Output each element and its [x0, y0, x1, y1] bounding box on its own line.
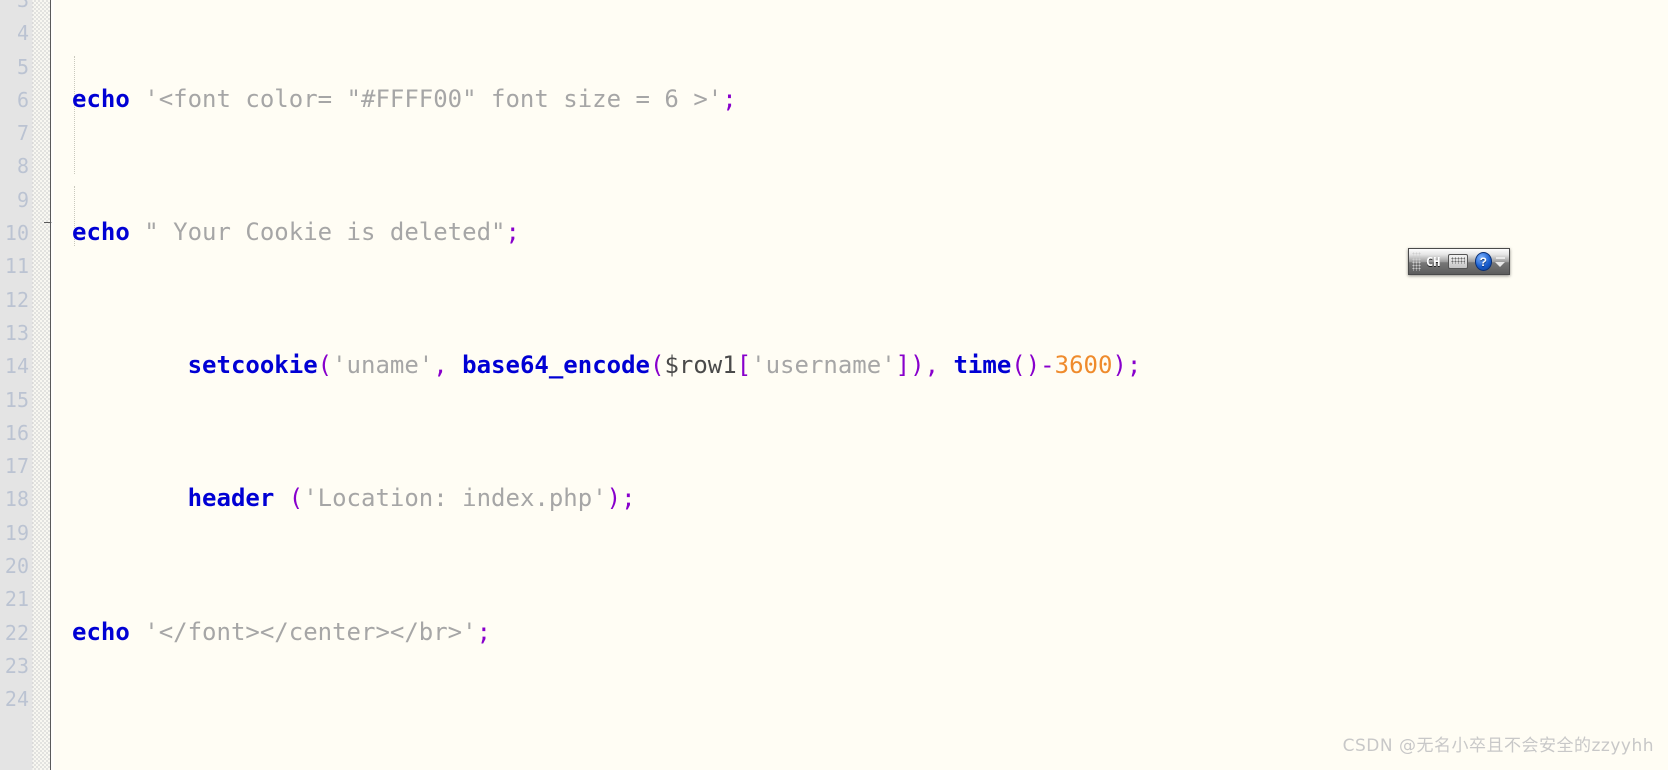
ime-language-bar[interactable]: CH ? [1408, 248, 1510, 275]
line-number-gutter: 3 4 5 6 7 8 9 10 11 12 13 14 15 16 17 18… [0, 0, 33, 770]
chevron-down-icon[interactable] [1495, 261, 1505, 267]
code-line-setcookie[interactable]: setcookie('uname', base64_encode($row1['… [54, 349, 1668, 382]
code-line-echo-cookie-deleted[interactable]: echo " Your Cookie is deleted"; [54, 216, 1668, 249]
ime-window-controls[interactable] [1495, 252, 1505, 272]
ime-language-label[interactable]: CH [1426, 256, 1440, 268]
csdn-watermark: CSDN @无名小卒且不会安全的zzyyhh [1342, 736, 1654, 756]
line-numbers: 3 4 5 6 7 8 9 10 11 12 13 14 15 16 17 18… [4, 0, 29, 712]
minimize-icon[interactable] [1495, 256, 1505, 259]
editor-window: 3 4 5 6 7 8 9 10 11 12 13 14 15 16 17 18… [0, 0, 1668, 770]
keyboard-icon[interactable] [1448, 254, 1468, 269]
gutter-hatch-strip [32, 0, 50, 770]
code-line-header-index[interactable]: header ('Location: index.php'); [54, 482, 1668, 515]
code-line-echo-font-close[interactable]: echo '</font></center></br>'; [54, 616, 1668, 649]
code-lines: echo '<font color= "#FFFF00" font size =… [54, 0, 1668, 770]
code-line-echo-font-open[interactable]: echo '<font color= "#FFFF00" font size =… [54, 83, 1668, 116]
drag-handle-icon[interactable] [1412, 252, 1422, 271]
help-question-icon[interactable]: ? [1474, 252, 1492, 271]
code-area[interactable]: echo '<font color= "#FFFF00" font size =… [54, 0, 1668, 770]
